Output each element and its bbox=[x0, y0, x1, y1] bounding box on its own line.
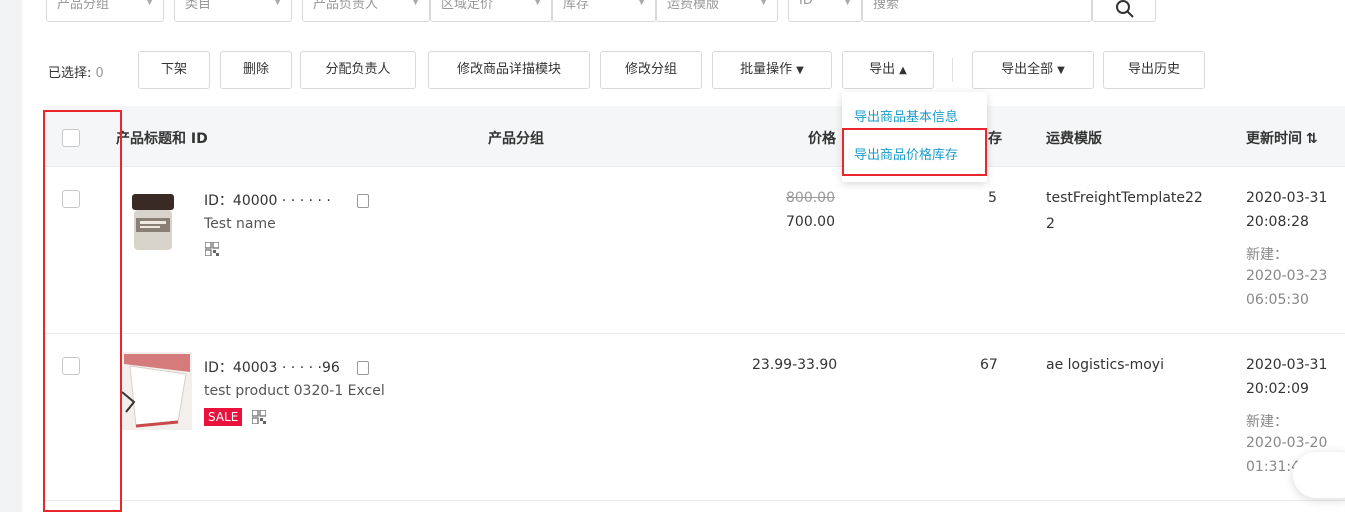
chevron-down-icon: ▼ bbox=[412, 0, 419, 7]
stock: 5 bbox=[988, 190, 997, 206]
caret-down-icon: ▼ bbox=[1057, 65, 1065, 76]
edit-detail-module-button[interactable]: 修改商品详描模块 bbox=[428, 51, 590, 89]
floating-help-bubble[interactable] bbox=[1293, 452, 1345, 498]
product-id: ID：40000 · · · · · · bbox=[204, 193, 331, 209]
chevron-down-icon: ▼ bbox=[274, 0, 281, 7]
export-basic-info-item[interactable]: 导出商品基本信息 bbox=[854, 106, 958, 125]
caret-down-icon: ▼ bbox=[796, 65, 804, 76]
copy-icon[interactable] bbox=[357, 361, 369, 375]
copy-icon[interactable] bbox=[357, 194, 369, 208]
delete-button[interactable]: 删除 bbox=[220, 51, 292, 89]
qr-code-icon[interactable] bbox=[252, 410, 266, 424]
sale-badge: SALE bbox=[204, 408, 243, 426]
toolbar-divider bbox=[952, 58, 953, 82]
export-label: 导出 bbox=[869, 62, 896, 77]
assign-owner-button[interactable]: 分配负责人 bbox=[300, 51, 416, 89]
filter-label: ID bbox=[799, 0, 813, 8]
chevron-down-icon: ▼ bbox=[638, 0, 645, 7]
search-button[interactable] bbox=[1092, 0, 1156, 22]
filter-region-pricing[interactable]: 区域定价 ▼ bbox=[430, 0, 552, 22]
product-name[interactable]: test product 0320-1 Excel bbox=[204, 383, 385, 399]
chevron-down-icon: ▼ bbox=[146, 0, 153, 7]
left-side-strip bbox=[0, 0, 22, 512]
price: 700.00 bbox=[786, 214, 835, 230]
created-time: 01:31:4 bbox=[1246, 459, 1300, 475]
filter-label: 类目 bbox=[185, 0, 212, 12]
updated-date: 2020-03-31 bbox=[1246, 357, 1328, 373]
product-thumbnail[interactable] bbox=[128, 190, 178, 256]
filter-label: 产品负责人 bbox=[313, 0, 379, 12]
qr-code-icon[interactable] bbox=[205, 242, 219, 256]
chevron-down-icon: ▼ bbox=[534, 0, 541, 7]
selected-label-text: 已选择: bbox=[48, 66, 92, 81]
filter-label: 区域定价 bbox=[441, 0, 494, 12]
export-price-stock-highlight bbox=[842, 128, 987, 176]
filter-product-group[interactable]: 产品分组 ▼ bbox=[46, 0, 164, 22]
updated-date: 2020-03-31 bbox=[1246, 190, 1328, 206]
filter-label: 库存 bbox=[563, 0, 590, 12]
product-thumbnail[interactable] bbox=[116, 352, 192, 430]
col-header-stock: 存 bbox=[988, 131, 1002, 147]
original-price: 800.00 bbox=[786, 190, 835, 206]
checkbox-column-highlight bbox=[43, 110, 122, 512]
delist-button[interactable]: 下架 bbox=[138, 51, 210, 89]
col-header-price: 价格 bbox=[808, 131, 836, 147]
price: 23.99-33.90 bbox=[752, 357, 838, 373]
created-date: 2020-03-23 bbox=[1246, 268, 1328, 284]
bulk-actions-label: 批量操作 bbox=[740, 62, 793, 77]
sort-icon[interactable]: ⇅ bbox=[1306, 131, 1318, 147]
chevron-down-icon: ▼ bbox=[844, 0, 851, 7]
col-header-title-id: 产品标题和 ID bbox=[116, 131, 208, 147]
freight-template-cont: 2 bbox=[1046, 216, 1055, 232]
freight-template: testFreightTemplate22 bbox=[1046, 190, 1203, 206]
bulk-actions-button[interactable]: 批量操作 ▼ bbox=[712, 51, 832, 89]
updated-header-label: 更新时间 bbox=[1246, 131, 1302, 147]
row-divider bbox=[44, 166, 1345, 167]
chevron-down-icon: ▼ bbox=[760, 0, 767, 7]
product-id: ID：40003 · · · · ·96 bbox=[204, 360, 340, 376]
table-header bbox=[44, 106, 1345, 166]
export-all-button[interactable]: 导出全部 ▼ bbox=[972, 51, 1094, 89]
filter-owner[interactable]: 产品负责人 ▼ bbox=[302, 0, 430, 22]
product-name[interactable]: Test name bbox=[204, 216, 276, 232]
filter-search-type[interactable]: ID ▼ bbox=[788, 0, 862, 22]
search-placeholder: 搜索 bbox=[873, 0, 900, 12]
export-all-label: 导出全部 bbox=[1001, 62, 1054, 77]
freight-template: ae logistics-moyi bbox=[1046, 357, 1164, 373]
updated-time: 20:02:09 bbox=[1246, 381, 1309, 397]
created-time: 06:05:30 bbox=[1246, 292, 1309, 308]
export-history-button[interactable]: 导出历史 bbox=[1103, 51, 1205, 89]
filter-label: 运费模版 bbox=[667, 0, 720, 12]
filter-category[interactable]: 类目 ▼ bbox=[174, 0, 292, 22]
search-icon bbox=[1116, 0, 1134, 18]
row-divider bbox=[44, 500, 1345, 501]
selected-count-label: 已选择: 0 bbox=[48, 62, 104, 81]
col-header-freight: 运费模版 bbox=[1046, 131, 1102, 147]
created-date: 2020-03-20 bbox=[1246, 435, 1328, 451]
col-header-group: 产品分组 bbox=[488, 131, 544, 147]
selected-count: 0 bbox=[95, 66, 104, 81]
row-divider bbox=[44, 333, 1345, 334]
filter-freight-template[interactable]: 运费模版 ▼ bbox=[656, 0, 778, 22]
updated-time: 20:08:28 bbox=[1246, 214, 1309, 230]
export-button[interactable]: 导出 ▲ bbox=[842, 51, 934, 89]
stock: 67 bbox=[980, 357, 998, 373]
search-input[interactable]: 搜索 bbox=[862, 0, 1092, 22]
created-label: 新建： bbox=[1246, 247, 1288, 263]
filter-label: 产品分组 bbox=[57, 0, 110, 12]
caret-up-icon: ▲ bbox=[899, 65, 907, 76]
edit-group-button[interactable]: 修改分组 bbox=[600, 51, 702, 89]
created-label: 新建： bbox=[1246, 414, 1288, 430]
filter-stock[interactable]: 库存 ▼ bbox=[552, 0, 656, 22]
col-header-updated[interactable]: 更新时间 ⇅ bbox=[1246, 128, 1318, 148]
